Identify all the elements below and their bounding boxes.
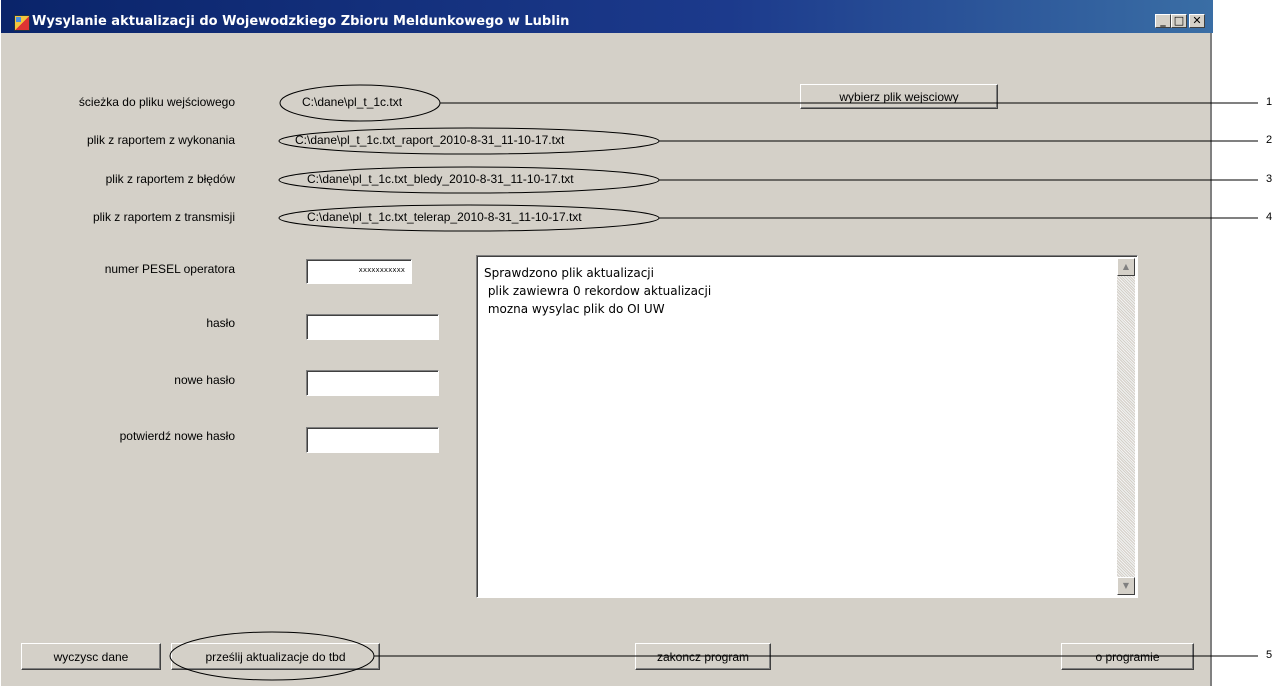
callout-marker-5: 5 [1266,649,1273,661]
callout-marker-1: 1 [1266,96,1273,108]
callout-ellipse-2 [278,127,660,155]
callout-ellipse-5 [169,631,375,681]
callout-ellipse-3 [278,166,660,194]
callout-marker-2: 2 [1266,134,1273,146]
annotation-overlay [169,84,1258,681]
callout-marker-3: 3 [1266,173,1273,185]
callout-marker-4: 4 [1266,211,1273,223]
callout-ellipse-1 [279,84,441,122]
callout-ellipse-4 [278,204,660,232]
